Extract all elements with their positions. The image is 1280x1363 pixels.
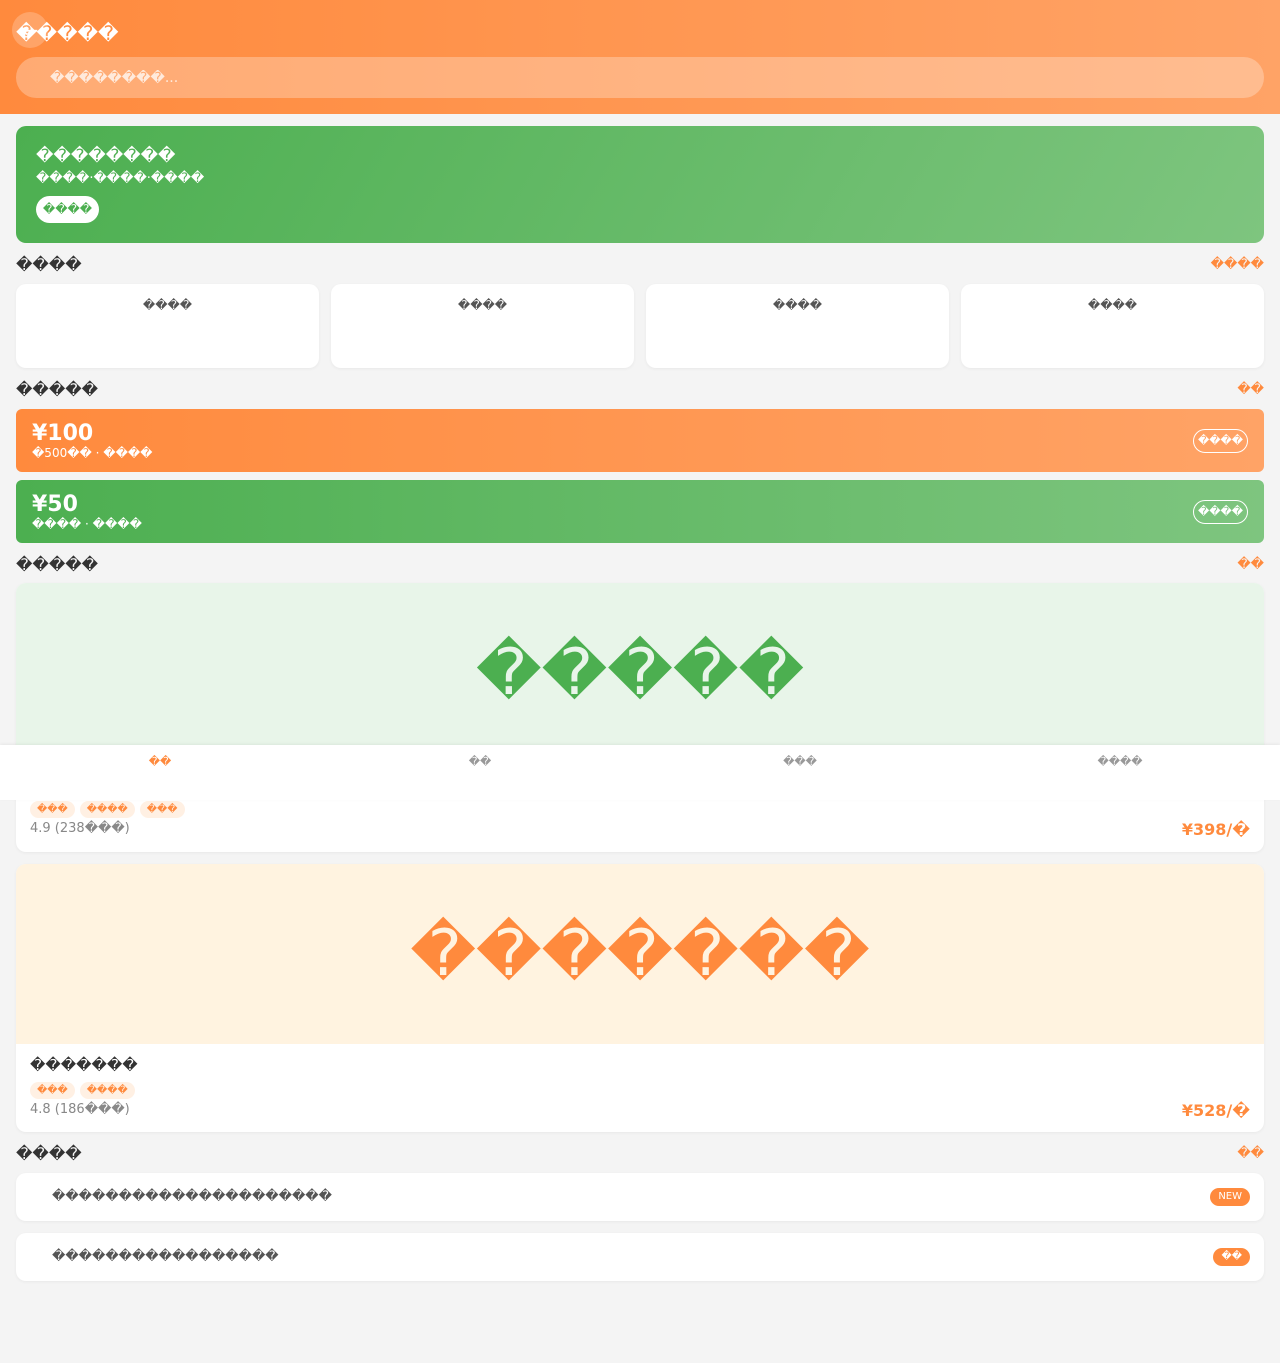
coupon-description: �500�� · ���� [32,446,153,460]
nav-label: �� [468,755,492,768]
search-bar[interactable] [16,57,1264,98]
back-arrow-icon: ← [21,18,39,42]
trip-name: ������� [30,1056,138,1074]
coupon-amount: ¥50 [32,492,78,517]
claim-coupon-button[interactable]: ���� [1193,429,1248,453]
trip-tag: ��� [30,1082,75,1099]
trip-tag: ��� [139,801,185,818]
trip-image-label: ����� [475,636,805,710]
trip-rating: 4.8 (186���) [30,1102,130,1117]
trip-card[interactable]: ����� ��� ���� ��� 4.9 (238���) ¥398/� [16,583,1264,852]
service-label: ���� [142,298,193,312]
trip-tag: ���� [79,801,135,818]
service-item[interactable]: ���� [16,284,319,368]
nav-item-orders[interactable]: ��� [640,745,960,800]
claim-coupon-button[interactable]: ���� [1193,500,1248,524]
back-button[interactable]: ← [12,12,48,48]
trip-card[interactable]: ������� ������� ��� ���� 4.8 (186���) ¥5… [16,864,1264,1132]
banner-subtitle: ����·����·���� [36,171,205,186]
trip-price: ¥398/� [1181,820,1250,839]
nav-item-discover[interactable]: �� [320,745,640,800]
service-label: ���� [772,298,823,312]
nav-label: ��� [783,755,817,768]
trip-tags: ��� ���� [30,1078,140,1099]
nav-label: �� [148,755,172,768]
trips-more-link[interactable]: �� [1237,557,1264,572]
search-input[interactable] [50,57,1240,98]
banner-title: �������� [36,146,176,166]
trip-tags: ��� ���� ��� [30,797,190,818]
service-label: ���� [457,298,508,312]
notice-badge: NEW [1210,1188,1250,1206]
notices-section-title: ���� [16,1144,82,1163]
nav-item-home[interactable]: �� [0,745,320,800]
notice-text: ��������������������� [52,1189,332,1204]
trip-image-label: ������� [410,917,870,991]
coupon-description: ���� · ���� [32,517,142,531]
trip-image: ������� [16,864,1264,1044]
trips-section-title: ����� [16,555,99,574]
notices-more-link[interactable]: �� [1237,1146,1264,1161]
trip-image: ����� [16,583,1264,763]
promo-banner[interactable]: �������� ����·����·���� ���� [16,126,1264,243]
trip-rating: 4.9 (238���) [30,821,130,836]
nav-item-profile[interactable]: ���� [960,745,1280,800]
notice-item[interactable]: ����������������� �� [16,1233,1264,1281]
service-item[interactable]: ���� [961,284,1264,368]
coupon-card: ¥100 �500�� · ���� ���� [16,409,1264,472]
service-item[interactable]: ���� [646,284,949,368]
service-item[interactable]: ���� [331,284,634,368]
app-header: ����� ← [0,0,1280,114]
trip-price: ¥528/� [1181,1101,1250,1120]
services-section-title: ���� [16,255,82,274]
services-more-link[interactable]: ���� [1211,257,1264,272]
notice-text: ����������������� [52,1249,279,1264]
coupons-section-title: ����� [16,380,99,399]
coupon-amount: ¥100 [32,421,94,446]
banner-cta-button[interactable]: ���� [36,196,99,223]
trip-tag: ��� [30,801,75,818]
bottom-navigation: �� �� ��� ���� [0,745,1280,800]
notice-badge: �� [1213,1248,1250,1266]
service-label: ���� [1087,298,1138,312]
trip-tag: ���� [79,1082,135,1099]
coupon-card: ¥50 ���� · ���� ���� [16,480,1264,543]
notice-item[interactable]: ��������������������� NEW [16,1173,1264,1221]
nav-label: ���� [1097,755,1143,768]
coupons-more-link[interactable]: �� [1237,382,1264,397]
